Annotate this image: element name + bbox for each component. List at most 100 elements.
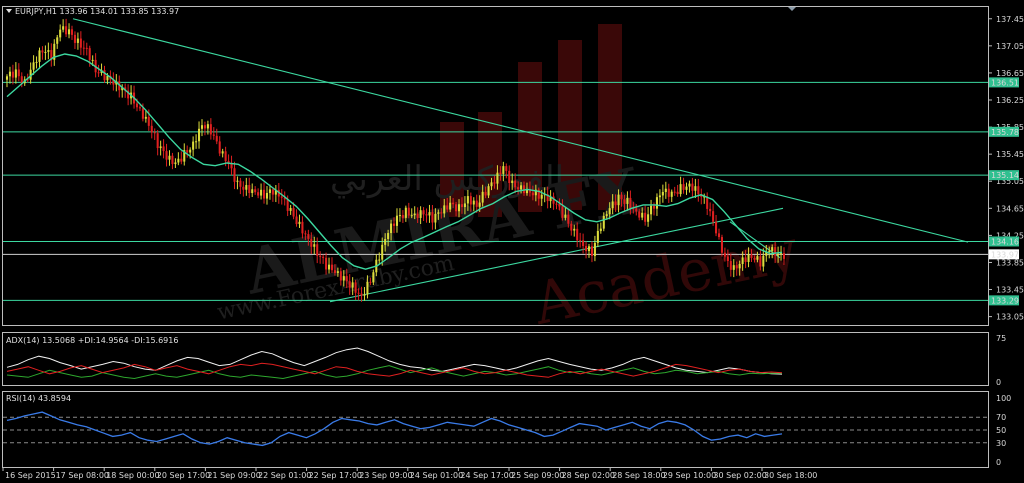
candle-body	[756, 256, 759, 260]
candle-body	[496, 172, 499, 184]
candle-body	[369, 281, 372, 283]
candle-body	[307, 234, 310, 239]
candle-body	[263, 189, 266, 199]
time-tick-label: 24 Sep 01:00	[410, 471, 463, 480]
shift-marker-icon[interactable]	[788, 7, 796, 11]
candle-body	[422, 210, 425, 215]
candle-body	[177, 158, 180, 163]
candle-body	[280, 196, 283, 198]
candle-body	[729, 261, 732, 270]
candle-body	[171, 155, 174, 165]
time-tick-label: 22 Sep 17:00	[309, 471, 362, 480]
candle-body	[85, 47, 88, 49]
candle-body	[661, 192, 664, 196]
candle-body	[150, 125, 153, 133]
candle-body	[404, 207, 407, 218]
candle-body	[573, 228, 576, 231]
candle-body	[239, 180, 242, 187]
level-label: 134.16	[991, 237, 1019, 246]
candle-body	[135, 103, 139, 108]
level-label: 135.14	[991, 171, 1019, 180]
candle-body	[180, 158, 183, 162]
price-tick-label: 137.45	[996, 15, 1024, 24]
candle-body	[475, 200, 478, 207]
candle-body	[224, 151, 227, 162]
candle-body	[455, 204, 458, 212]
candle-body	[319, 255, 322, 257]
candle-body	[330, 264, 334, 271]
candle-body	[587, 246, 591, 252]
candle-body	[670, 191, 673, 197]
candle-body	[387, 233, 390, 240]
candle-body	[558, 204, 561, 207]
candle-body	[688, 183, 691, 187]
candle-body	[726, 256, 729, 262]
candle-body	[156, 133, 159, 149]
time-tick-label: 28 Sep 18:00	[612, 471, 665, 480]
candle-body	[286, 199, 289, 211]
candle-body	[762, 255, 765, 267]
candle-body	[561, 206, 564, 218]
candle-body	[62, 26, 65, 30]
candle-body	[248, 185, 251, 194]
candle-body	[257, 192, 260, 196]
candle-body	[357, 292, 360, 294]
candle-body	[212, 134, 215, 136]
candle-body	[647, 214, 650, 222]
candle-body	[478, 202, 481, 207]
candle-body	[5, 76, 9, 80]
adx-title: ADX(14) 13.5068 +DI:14.9564 -DI:15.6916	[6, 336, 178, 345]
candle-body	[162, 146, 165, 152]
candle-body	[339, 271, 342, 281]
candle-body	[715, 221, 718, 234]
candle-body	[582, 240, 585, 247]
candle-body	[771, 247, 774, 251]
price-axis: 137.45137.05136.65136.25135.85135.45135.…	[988, 15, 1024, 322]
candle-body	[493, 182, 496, 184]
candle-body	[316, 244, 319, 256]
candle-body	[449, 202, 452, 210]
candle-body	[327, 264, 331, 270]
candle-body	[70, 29, 74, 35]
candle-body	[174, 162, 177, 165]
candle-body	[144, 116, 147, 119]
candle-body	[499, 172, 502, 174]
candle-body	[198, 128, 201, 142]
menu-triangle-icon[interactable]	[6, 9, 12, 13]
candle-body	[322, 256, 325, 258]
candle-body	[265, 192, 269, 199]
rsi-title: RSI(14) 43.8594	[6, 394, 71, 403]
time-tick-label: 25 Sep 09:00	[511, 471, 564, 480]
candle-body	[390, 223, 393, 234]
time-axis: 16 Sep 2015 17 Sep 08:0018 Sep 00:0020 Se…	[2, 467, 817, 480]
candle-body	[576, 228, 579, 241]
adx-axis: 75 0	[996, 334, 1006, 387]
candle-body	[233, 168, 236, 182]
candle-body	[723, 252, 726, 257]
candle-body	[425, 214, 428, 216]
candle-body	[345, 276, 348, 282]
candle-body	[254, 189, 257, 193]
candle-body	[47, 50, 50, 52]
price-tick-label: 133.85	[996, 258, 1024, 267]
candle-body	[629, 197, 632, 209]
time-tick-label: 18 Sep 00:00	[106, 471, 159, 480]
time-tick-label: 20 Sep 17:00	[157, 471, 210, 480]
candle-body	[596, 230, 599, 243]
rsi-tick-label: 100	[996, 394, 1011, 403]
level-label: 133.97	[991, 250, 1019, 259]
candle-body	[605, 214, 608, 216]
candle-body	[88, 48, 91, 60]
candle-body	[472, 200, 475, 205]
candle-body	[712, 211, 715, 222]
candle-body	[585, 246, 588, 252]
candle-body	[685, 186, 688, 190]
candle-body	[717, 233, 721, 238]
candle-body	[354, 282, 357, 293]
candle-body	[593, 242, 596, 256]
candle-body	[298, 221, 301, 225]
candle-body	[141, 108, 144, 119]
candle-body	[195, 141, 198, 143]
candle-body	[590, 246, 593, 256]
time-tick-label: 30 Sep 02:00	[713, 471, 766, 480]
